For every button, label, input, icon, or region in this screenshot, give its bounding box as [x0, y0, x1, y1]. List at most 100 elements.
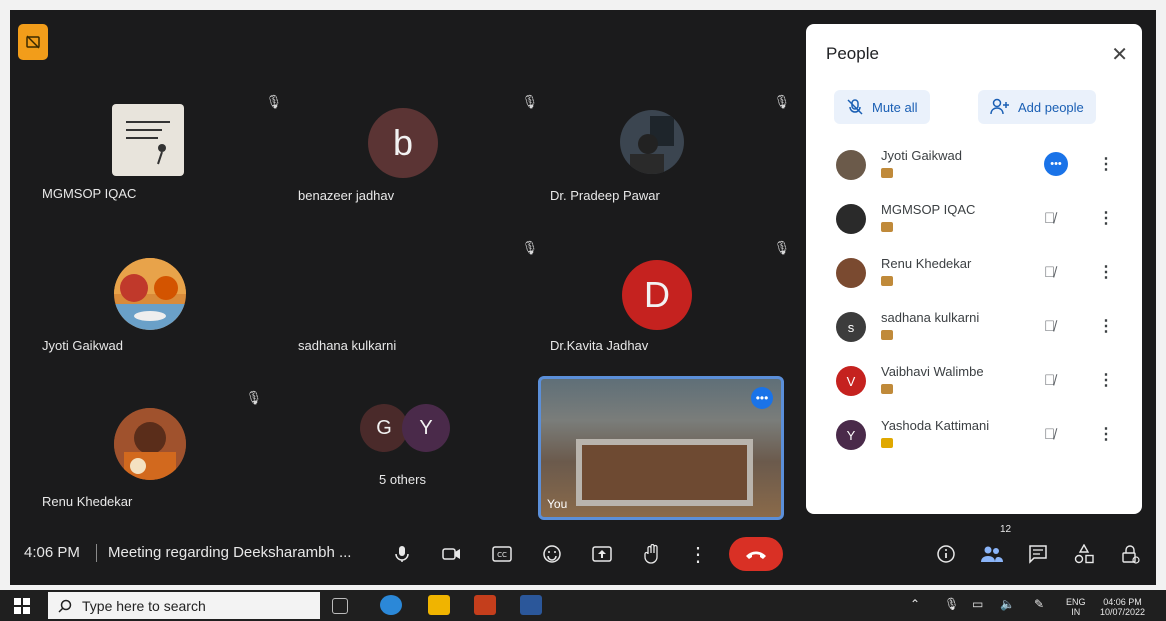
self-video-tile[interactable]: ••• You [538, 376, 784, 520]
microphone-icon[interactable] [388, 540, 416, 568]
search-placeholder: Type here to search [82, 597, 206, 614]
mic-off-icon[interactable]: 🎙̸ [1044, 372, 1055, 389]
chevron-up-icon[interactable]: ⌃ [910, 597, 920, 611]
avatar: s [836, 312, 866, 342]
participant-tile[interactable]: 🎙 Dr. Pradeep Pawar [540, 94, 790, 244]
info-icon[interactable] [932, 540, 960, 568]
meet-window: 🎙 MGMSOP IQAC 🎙 b benazeer jadhav 🎙 Dr. … [10, 10, 1156, 585]
camera-icon[interactable] [438, 540, 466, 568]
windows-start-icon[interactable] [14, 598, 30, 614]
panel-title: People [826, 44, 879, 63]
self-label: You [547, 497, 568, 511]
list-item[interactable]: Renu Khedekar 🎙̸ ⋮ [806, 248, 1142, 302]
chat-icon[interactable] [1024, 540, 1052, 568]
avatar: D [622, 260, 692, 330]
add-people-label: Add people [1018, 99, 1084, 115]
system-clock[interactable]: 04:06 PM 10/07/2022 [1100, 597, 1145, 617]
person-name: Vaibhavi Walimbe [881, 364, 984, 379]
more-options-icon[interactable]: ••• [751, 387, 773, 409]
more-vert-icon[interactable]: ⋮ [684, 540, 712, 568]
participant-tile[interactable]: 🎙 Renu Khedekar [32, 390, 282, 540]
end-call-button[interactable] [729, 537, 783, 571]
mic-off-icon[interactable]: 🎙̸ [1044, 264, 1055, 281]
avatar [112, 104, 184, 176]
task-view-icon[interactable] [332, 598, 348, 614]
more-vert-icon[interactable]: ⋮ [1098, 424, 1114, 444]
avatar [114, 408, 186, 480]
emoji-icon[interactable] [538, 540, 566, 568]
person-name: MGMSOP IQAC [881, 202, 976, 217]
add-people-button[interactable]: Add people [978, 90, 1096, 124]
microphone-tray-icon[interactable]: 🎙 [944, 597, 959, 611]
phone-hangup-icon [746, 551, 766, 559]
mic-off-icon[interactable]: 🎙̸ [1044, 318, 1055, 335]
people-icon[interactable] [978, 540, 1006, 568]
avatar: V [836, 366, 866, 396]
speaking-icon: ••• [1044, 152, 1068, 176]
mic-off-icon[interactable]: 🎙̸ [1044, 210, 1055, 227]
participant-tile[interactable]: 🎙 MGMSOP IQAC [32, 94, 282, 244]
others-tile[interactable]: G Y 5 others [288, 390, 538, 540]
person-name: Renu Khedekar [881, 256, 972, 271]
edge-icon[interactable] [380, 595, 402, 615]
language-indicator[interactable]: ENG IN [1066, 597, 1086, 617]
search-icon [58, 599, 72, 613]
taskbar: Type here to search ⌃ 🎙 ▭ 🔈 ✎ ENG IN 04:… [0, 590, 1166, 621]
list-item[interactable]: Jyoti Gaikwad ••• ⋮ [806, 140, 1142, 194]
file-explorer-icon[interactable] [428, 595, 450, 615]
avatar [836, 150, 866, 180]
participant-tile[interactable]: Jyoti Gaikwad [32, 240, 282, 390]
avatar: Y [402, 404, 450, 452]
taskbar-search[interactable]: Type here to search [48, 592, 320, 619]
people-list: Jyoti Gaikwad ••• ⋮ MGMSOP IQAC 🎙̸ ⋮ Ren… [806, 140, 1142, 464]
participant-tile[interactable]: 🎙 b benazeer jadhav [288, 94, 538, 244]
participant-name: Dr. Pradeep Pawar [550, 188, 660, 203]
raise-hand-icon[interactable] [638, 540, 666, 568]
powerpoint-icon[interactable] [474, 595, 496, 615]
participant-name: Jyoti Gaikwad [42, 338, 123, 353]
participant-tile[interactable]: 🎙 D Dr.Kavita Jadhav [540, 240, 790, 390]
mic-off-icon: 🎙 [265, 94, 282, 109]
avatar: G [360, 404, 408, 452]
word-icon[interactable] [520, 595, 542, 615]
present-screen-icon[interactable] [588, 540, 616, 568]
close-icon[interactable]: ✕ [1111, 42, 1128, 67]
participant-tile[interactable]: 🎙 sadhana kulkarni [288, 240, 538, 390]
host-tag-icon [881, 384, 893, 394]
language-code: ENG [1066, 597, 1086, 607]
more-vert-icon[interactable]: ⋮ [1098, 154, 1114, 174]
network-icon[interactable]: ▭ [972, 597, 983, 611]
mic-off-icon[interactable]: 🎙̸ [1044, 426, 1055, 443]
clock-time: 04:06 PM [1103, 597, 1142, 607]
pen-icon[interactable]: ✎ [1034, 597, 1044, 611]
person-name: sadhana kulkarni [881, 310, 980, 325]
list-item[interactable]: s sadhana kulkarni 🎙̸ ⋮ [806, 302, 1142, 356]
avatar: Y [836, 420, 866, 450]
meeting-title: Meeting regarding Deeksharambh ... [108, 544, 352, 561]
mic-off-icon [847, 99, 863, 115]
person-name: Jyoti Gaikwad [881, 148, 962, 163]
more-vert-icon[interactable]: ⋮ [1098, 370, 1114, 390]
avatar [114, 258, 186, 330]
host-controls-lock-icon[interactable] [1116, 540, 1144, 568]
more-vert-icon[interactable]: ⋮ [1098, 208, 1114, 228]
control-bar: 4:06 PM Meeting regarding Deeksharambh .… [10, 524, 1156, 585]
volume-icon[interactable]: 🔈 [1000, 597, 1015, 611]
participant-name: Renu Khedekar [42, 494, 133, 509]
divider [96, 544, 97, 562]
more-vert-icon[interactable]: ⋮ [1098, 316, 1114, 336]
mute-all-button[interactable]: Mute all [834, 90, 930, 124]
captions-icon[interactable]: CC [488, 540, 516, 568]
list-item[interactable]: Y Yashoda Kattimani 🎙̸ ⋮ [806, 410, 1142, 464]
list-item[interactable]: V Vaibhavi Walimbe 🎙̸ ⋮ [806, 356, 1142, 410]
more-vert-icon[interactable]: ⋮ [1098, 262, 1114, 282]
clock-date: 10/07/2022 [1100, 607, 1146, 617]
list-item[interactable]: MGMSOP IQAC 🎙̸ ⋮ [806, 194, 1142, 248]
activities-icon[interactable] [1070, 540, 1098, 568]
mic-off-icon: 🎙 [245, 390, 262, 405]
host-controls-icon[interactable] [18, 24, 48, 60]
add-person-icon [990, 98, 1009, 115]
participant-name: MGMSOP IQAC [42, 186, 137, 201]
host-tag-icon [881, 330, 893, 340]
avatar: b [368, 108, 438, 178]
